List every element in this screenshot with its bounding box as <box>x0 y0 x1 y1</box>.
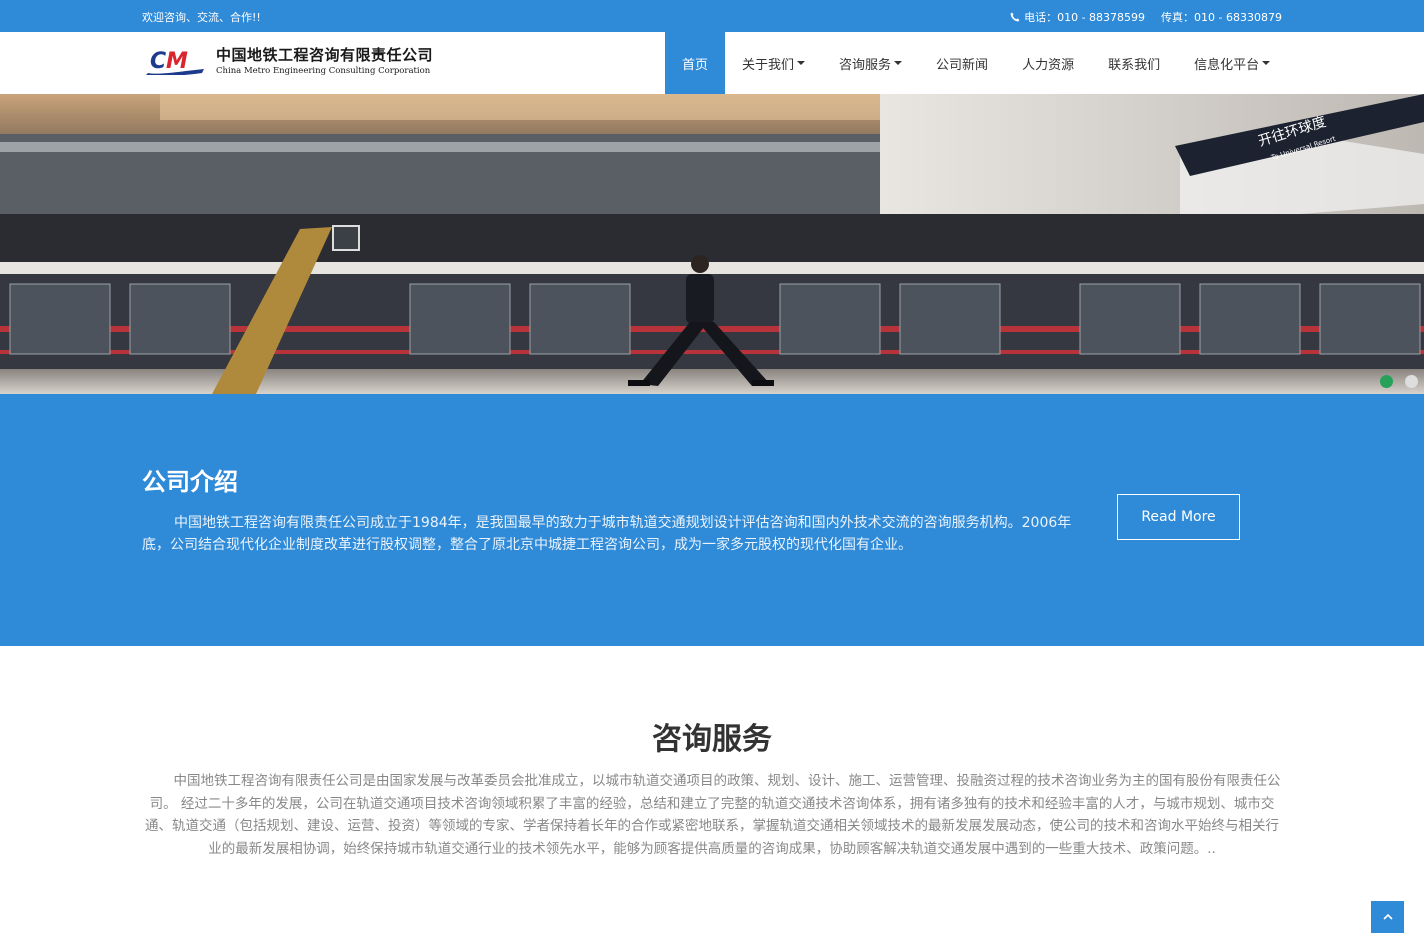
carousel-dot-2[interactable] <box>1405 375 1418 388</box>
svg-text:C: C <box>150 49 166 74</box>
carousel-dots <box>1380 375 1418 388</box>
nav-about[interactable]: 关于我们 <box>725 32 822 94</box>
intro-text: 中国地铁工程咨询有限责任公司成立于1984年，是我国最早的致力于城市轨道交通规划… <box>142 515 1072 553</box>
top-bar: 欢迎咨询、交流、合作!! 电话：010 - 88378599 传真：010 - … <box>0 0 1424 32</box>
nav-platform[interactable]: 信息化平台 <box>1177 32 1287 94</box>
services-text: 中国地铁工程咨询有限责任公司是由国家发展与改革委员会批准成立，以城市轨道交通项目… <box>145 773 1281 857</box>
caret-down-icon <box>894 61 903 65</box>
logo-name-en: China Metro Engineering Consulting Corpo… <box>216 66 431 76</box>
main-nav: 首页 关于我们 咨询服务 公司新闻 人力资源 联系我们 信息化平台 <box>665 32 1287 94</box>
caret-down-icon <box>797 61 806 65</box>
cm-logo-icon: C M <box>146 49 204 75</box>
nav-news[interactable]: 公司新闻 <box>919 32 1005 94</box>
company-logo[interactable]: C M 中国地铁工程咨询有限责任公司 China Metro Engineeri… <box>146 44 433 76</box>
svg-text:M: M <box>166 49 188 74</box>
nav-hr[interactable]: 人力资源 <box>1005 32 1091 94</box>
subway-station-image: 开往环球度 To Universal Resort <box>0 94 1424 394</box>
logo-name-cn: 中国地铁工程咨询有限责任公司 <box>216 46 434 64</box>
hero-banner[interactable]: 开往环球度 To Universal Resort <box>0 94 1424 394</box>
phone-icon <box>1010 12 1020 22</box>
intro-title: 公司介绍 <box>142 468 238 496</box>
back-to-top-button[interactable] <box>1371 901 1404 933</box>
phone-info: 电话：010 - 88378599 <box>1010 9 1145 25</box>
nav-consulting[interactable]: 咨询服务 <box>822 32 919 94</box>
nav-contact[interactable]: 联系我们 <box>1091 32 1177 94</box>
welcome-text: 欢迎咨询、交流、合作!! <box>142 11 261 24</box>
chevron-up-icon <box>1382 913 1393 920</box>
carousel-dot-1[interactable] <box>1380 375 1393 388</box>
fax-info: 传真：010 - 68330879 <box>1161 11 1282 24</box>
caret-down-icon <box>1262 61 1271 65</box>
contact-info: 电话：010 - 88378599 传真：010 - 68330879 <box>1010 9 1282 25</box>
services-title: 咨询服务 <box>652 722 772 757</box>
header: C M 中国地铁工程咨询有限责任公司 China Metro Engineeri… <box>0 32 1424 94</box>
read-more-button[interactable]: Read More <box>1117 494 1240 540</box>
company-intro-section: 公司介绍 中国地铁工程咨询有限责任公司成立于1984年，是我国最早的致力于城市轨… <box>0 394 1424 646</box>
logo-text: 中国地铁工程咨询有限责任公司 China Metro Engineering C… <box>216 44 433 76</box>
nav-home[interactable]: 首页 <box>665 32 726 94</box>
